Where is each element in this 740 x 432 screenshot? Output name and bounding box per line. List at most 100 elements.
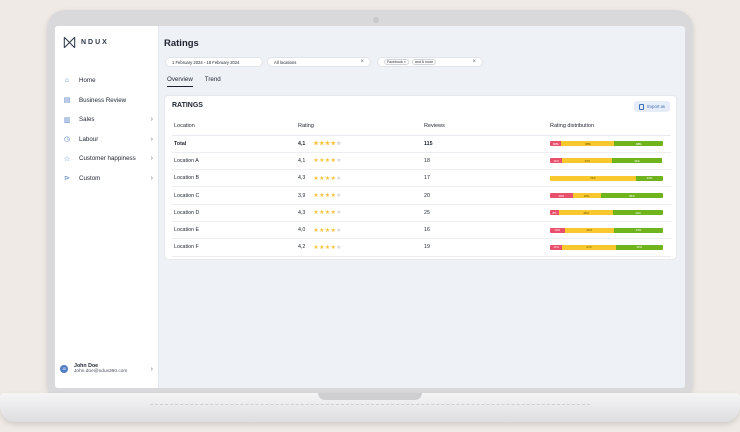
- distribution-bar: 11% 44% 44%: [550, 158, 663, 164]
- rating-value: 4,2: [298, 244, 306, 251]
- app-logo[interactable]: NDUX: [63, 34, 109, 50]
- chevron-right-icon: ›: [150, 155, 153, 163]
- source-chip-label: Facebook: [387, 60, 403, 64]
- positive-segment: 42%: [615, 244, 663, 250]
- star-rating: ★★★★★: [313, 157, 341, 164]
- receipt-icon: ▥: [63, 116, 71, 124]
- sidebar-item-business-review[interactable]: ▤ Business Review: [55, 91, 159, 111]
- distribution-cell: 11% 44% 44%: [550, 152, 671, 171]
- positive-segment: 44%: [612, 158, 662, 164]
- distribution-cell: 10% 47% 43%: [550, 135, 671, 153]
- rating-value: 4,1: [298, 157, 306, 164]
- date-range-value: 1 February 2024 - 18 February 2024: [172, 59, 240, 65]
- table-row[interactable]: Total 4,1 ★★★★★ 115 10% 47% 43%: [172, 135, 671, 153]
- location-cell: Location F: [172, 238, 298, 257]
- location-cell: Location C: [172, 186, 298, 205]
- neutral-segment: 44%: [562, 158, 613, 164]
- positive-segment: 24%: [635, 175, 663, 181]
- rating-cell: 3,9 ★★★★★: [298, 186, 424, 205]
- sidebar-item-label: Custom: [79, 174, 101, 182]
- user-info: John Doe John.doe@ndux360.com: [74, 363, 151, 376]
- distribution-bar: 10% 47% 43%: [550, 141, 663, 147]
- positive-segment: 44%: [613, 227, 663, 233]
- chevron-right-icon: ›: [150, 116, 153, 124]
- logo-text: NDUX: [81, 38, 109, 46]
- reviews-cell: 20: [424, 186, 550, 205]
- rating-value: 4,0: [298, 227, 306, 234]
- app-screen: NDUX ⌂ Home ▤ Business Review ▥ Sales › …: [55, 26, 685, 388]
- distribution-bar: 76% 24%: [550, 175, 663, 181]
- webcam-icon: [373, 17, 379, 23]
- distribution-cell: 76% 24%: [550, 169, 671, 188]
- column-header-rating[interactable]: Rating: [298, 118, 424, 136]
- rating-cell: 4,3 ★★★★★: [298, 169, 424, 188]
- positive-segment: 55%: [600, 193, 663, 199]
- export-button[interactable]: Export as: [634, 101, 670, 112]
- reviews-cell: 115: [424, 135, 550, 153]
- star-empty-icon: ★: [336, 158, 342, 165]
- source-more-label: and 6 more: [414, 60, 434, 64]
- chevron-right-icon: ›: [150, 135, 153, 143]
- source-more-chip[interactable]: and 6 more: [411, 59, 437, 65]
- tab-trend[interactable]: Trend: [205, 76, 221, 87]
- star-rating: ★★★★★: [313, 244, 341, 251]
- clear-location-icon[interactable]: ×: [360, 59, 364, 65]
- positive-segment: 43%: [614, 141, 663, 147]
- reviews-cell: 19: [424, 238, 550, 257]
- custom-icon: ⊳: [64, 175, 70, 183]
- reviews-cell: 17: [424, 169, 550, 188]
- column-header-distribution[interactable]: Rating distribution: [550, 118, 671, 136]
- source-filter[interactable]: Facebook × and 6 more ×: [377, 57, 483, 67]
- neutral-segment: 25%: [572, 193, 601, 199]
- table-row[interactable]: Location D 4,3 ★★★★★ 25 8% 48% 44%: [172, 204, 671, 222]
- distribution-cell: 8% 48% 44%: [550, 204, 671, 222]
- close-icon[interactable]: ×: [404, 60, 406, 64]
- date-range-filter[interactable]: 1 February 2024 - 18 February 2024: [165, 57, 263, 67]
- card-title: RATINGS: [172, 102, 203, 109]
- sidebar-item-label: Business Review: [79, 96, 127, 104]
- sidebar-item-sales[interactable]: ▥ Sales ›: [55, 110, 159, 130]
- table-row[interactable]: Location C 3,9 ★★★★★ 20 20% 25% 55%: [172, 186, 671, 205]
- rating-value: 4,1: [298, 140, 306, 147]
- rating-cell: 4,1 ★★★★★: [298, 152, 424, 171]
- negative-segment: 11%: [550, 158, 563, 164]
- star-empty-icon: ★: [336, 244, 342, 251]
- star-rating: ★★★★★: [313, 175, 341, 182]
- tab-overview[interactable]: Overview: [167, 76, 193, 87]
- table-header-row: Location Rating Reviews Rating distribut…: [172, 118, 671, 136]
- sidebar-item-label: Labour: [79, 135, 99, 143]
- sidebar-item-labour[interactable]: ◷ Labour ›: [55, 130, 159, 150]
- column-header-location[interactable]: Location: [172, 118, 298, 136]
- star-rating: ★★★★★: [313, 192, 341, 199]
- sidebar-item-custom[interactable]: ⊳ Custom ›: [55, 169, 159, 189]
- star-empty-icon: ★: [336, 210, 342, 217]
- rating-cell: 4,3 ★★★★★: [298, 204, 424, 222]
- star-rating: ★★★★★: [313, 140, 341, 147]
- report-icon: ▤: [63, 97, 71, 105]
- table-body: Total 4,1 ★★★★★ 115 10% 47% 43% Location A 4,1 ★★…: [172, 135, 671, 257]
- positive-segment: 44%: [613, 210, 663, 216]
- column-header-reviews[interactable]: Reviews: [424, 118, 550, 136]
- sidebar-item-home[interactable]: ⌂ Home: [55, 71, 159, 91]
- avatar: JD: [60, 365, 68, 373]
- negative-segment: 13%: [550, 227, 565, 233]
- star-empty-icon: ★: [336, 193, 342, 200]
- location-filter[interactable]: All locations ×: [267, 57, 371, 67]
- negative-segment: 11%: [550, 244, 563, 250]
- table-row[interactable]: Location B 4,3 ★★★★★ 17 76% 24%: [172, 169, 671, 188]
- table-row[interactable]: Location E 4,0 ★★★★★ 16 13% 44% 44%: [172, 221, 671, 240]
- laptop-notch: [318, 393, 422, 400]
- clear-source-icon[interactable]: ×: [472, 59, 476, 65]
- user-menu[interactable]: JD John Doe John.doe@ndux360.com ›: [55, 358, 159, 380]
- sidebar-item-label: Customer happiness: [79, 155, 136, 163]
- main-content: Ratings 1 February 2024 - 18 February 20…: [159, 26, 685, 388]
- table-row[interactable]: Location A 4,1 ★★★★★ 18 11% 44% 44%: [172, 152, 671, 171]
- location-cell: Total: [172, 135, 298, 153]
- source-chip[interactable]: Facebook ×: [384, 59, 409, 65]
- star-empty-icon: ★: [336, 227, 342, 234]
- home-icon: ⌂: [64, 77, 70, 85]
- table-row[interactable]: Location F 4,2 ★★★★★ 19 11% 47% 42%: [172, 238, 671, 257]
- sidebar-nav: ⌂ Home ▤ Business Review ▥ Sales › ◷ Lab…: [55, 71, 159, 188]
- sidebar-item-customer-happiness[interactable]: ☆ Customer happiness ›: [55, 149, 159, 169]
- chevron-right-icon: ›: [150, 365, 153, 373]
